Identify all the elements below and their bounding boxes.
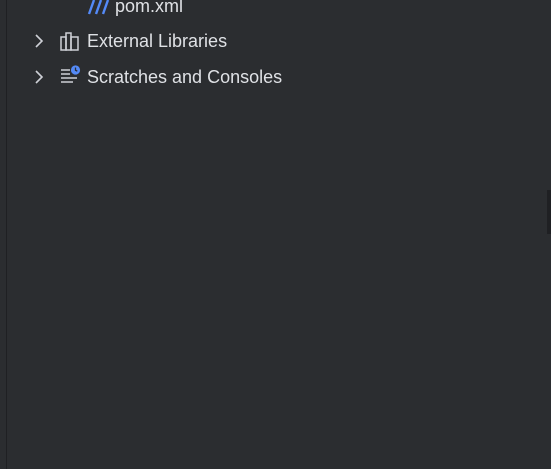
tree-item-label: pom.xml <box>115 0 184 16</box>
maven-icon <box>86 0 110 18</box>
tree-item-scratches-and-consoles[interactable]: Scratches and Consoles <box>0 62 551 92</box>
libraries-icon <box>59 30 81 52</box>
scrollbar[interactable] <box>547 190 551 234</box>
tree-item-external-libraries[interactable]: External Libraries <box>0 26 551 56</box>
chevron-right-icon[interactable] <box>30 68 48 86</box>
scratches-icon <box>59 64 81 86</box>
tree-item-label: Scratches and Consoles <box>87 67 283 87</box>
tree-item-label: External Libraries <box>87 31 228 51</box>
tree-item-pom[interactable]: pom.xml <box>0 0 551 22</box>
project-tool-window: pom.xml External Libraries Scratches and… <box>0 0 551 469</box>
chevron-right-icon[interactable] <box>30 32 48 50</box>
